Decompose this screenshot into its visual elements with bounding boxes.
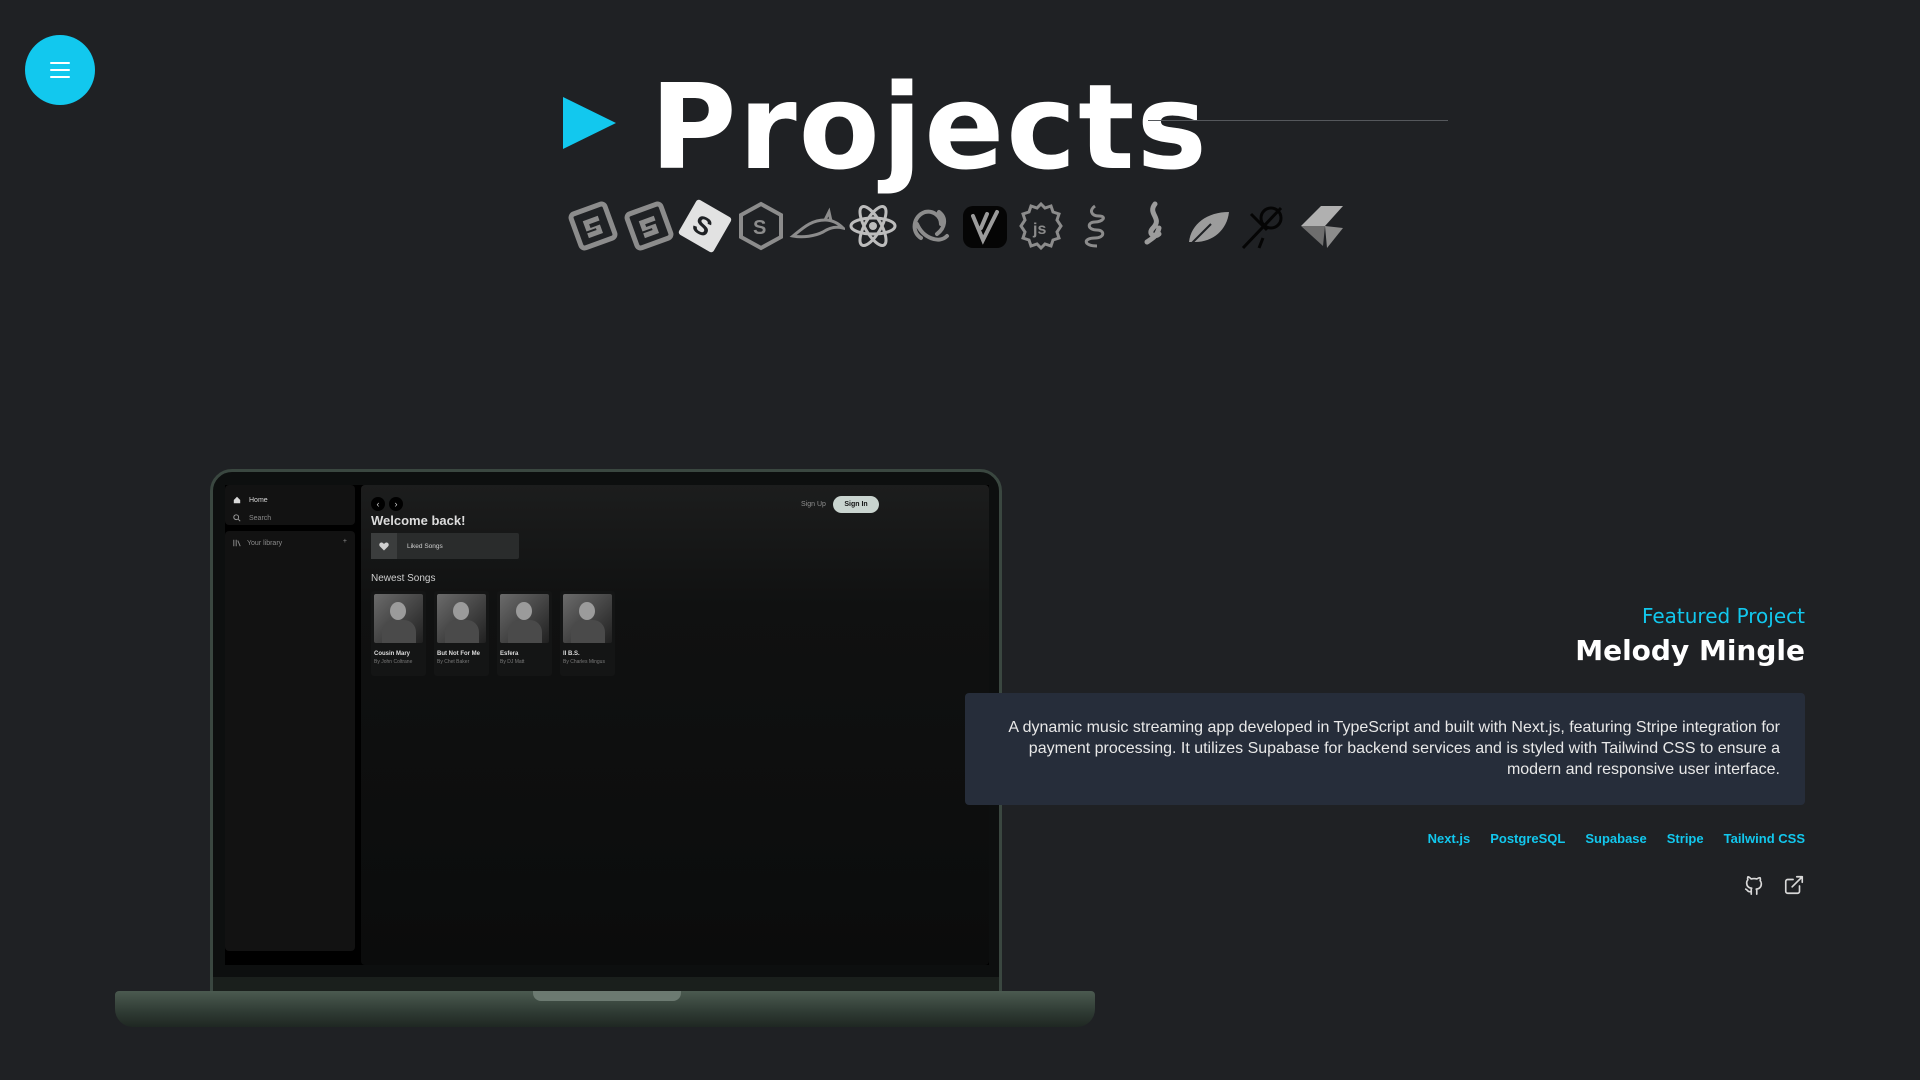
hamburger-menu-icon [50,62,70,78]
project-links [1743,874,1805,896]
song-title: II B.S. [563,651,580,657]
heart-icon [371,533,397,559]
song-card[interactable]: But Not For Me By Chet Baker [434,591,489,676]
laptop-screen-frame: Home Search Your library + ‹ › Sign Up S… [210,469,1002,991]
library-icon [233,539,241,547]
liked-songs-label: Liked Songs [407,542,443,550]
svelte-icon: S [677,198,733,254]
sidebar-nav: Home Search [225,485,355,525]
sidebar-library: Your library + [225,531,355,951]
project-tech-tags: Next.js PostgreSQL Supabase Stripe Tailw… [1428,831,1805,846]
tech-tag: Next.js [1427,831,1471,846]
laptop-notch [533,991,681,1001]
sidebar-item-label: Home [249,496,268,504]
css3-icon [621,198,677,254]
sidebar-item-label: Search [249,514,272,522]
svg-text:js: js [1032,221,1046,238]
app-sidebar: Home Search Your library + [225,485,355,965]
back-button[interactable]: ‹ [371,497,385,511]
album-art [500,594,549,643]
album-art [563,594,612,643]
song-title: Cousin Mary [374,651,411,657]
page-header: Projects [560,55,1460,205]
newest-songs-heading: Newest Songs [371,573,436,584]
html5-icon [565,198,621,254]
project-description: A dynamic music streaming app developed … [965,693,1805,805]
song-card[interactable]: Cousin Mary By John Coltrane [371,591,426,676]
app-main: ‹ › Sign Up Sign In Welcome back! Liked … [361,485,989,965]
library-label: Your library [247,539,283,547]
album-art [374,594,423,643]
search-icon [233,514,241,522]
home-icon [233,496,241,504]
vite-icon [957,198,1013,254]
song-artist: By Charles Mingus [563,659,605,665]
album-art [437,594,486,643]
tech-tag: Tailwind CSS [1723,831,1805,846]
laptop-mockup: Home Search Your library + ‹ › Sign Up S… [115,469,1095,1029]
nodejs-icon: js [1013,198,1069,254]
add-library-button[interactable]: + [343,538,347,545]
project-name: Melody Mingle [1575,634,1805,667]
tech-stack-icons: S S js [565,190,1349,262]
song-artist: By Chet Baker [437,659,470,665]
mysql-dolphin-icon [789,198,845,254]
svg-text:S: S [753,217,766,239]
expressjs-icon [1237,198,1293,254]
tech-tag: Stripe [1666,831,1704,846]
project-screenshot[interactable]: Home Search Your library + ‹ › Sign Up S… [225,485,989,965]
tech-tag: PostgreSQL [1490,831,1566,846]
page-title: Projects [650,58,1209,196]
react-icon [845,198,901,254]
forward-button[interactable]: › [389,497,403,511]
liked-songs-card[interactable]: Liked Songs [371,533,519,559]
mongodb-leaf-icon [1181,198,1237,254]
song-title: Esfera [500,651,519,657]
song-card[interactable]: Esfera By DJ Matt [497,591,552,676]
song-artist: By John Coltrane [374,659,413,665]
github-icon[interactable] [1743,874,1765,896]
redux-icon [901,198,957,254]
sidebar-item-home[interactable]: Home [233,491,347,509]
java-icon [1125,198,1181,254]
title-divider [1148,120,1448,121]
song-title: But Not For Me [437,651,480,657]
song-card[interactable]: II B.S. By Charles Mingus [560,591,615,676]
signup-button[interactable]: Sign Up [801,501,826,508]
play-triangle-icon [563,97,616,149]
welcome-heading: Welcome back! [371,513,466,528]
sidebar-item-search[interactable]: Search [233,509,347,527]
menu-button[interactable] [25,35,95,105]
featured-project-label: Featured Project [1641,604,1805,628]
tech-tag: Supabase [1585,831,1647,846]
song-artist: By DJ Matt [500,659,525,665]
songs-list: Cousin Mary By John Coltrane But Not For… [371,591,615,676]
framer-icon [1293,198,1349,254]
nestjs-icon [1069,198,1125,254]
laptop-hinge [210,977,1002,991]
sass-icon: S [733,198,789,254]
nav-arrows: ‹ › [371,497,403,511]
signin-button[interactable]: Sign In [833,496,879,513]
external-link-icon[interactable] [1783,874,1805,896]
